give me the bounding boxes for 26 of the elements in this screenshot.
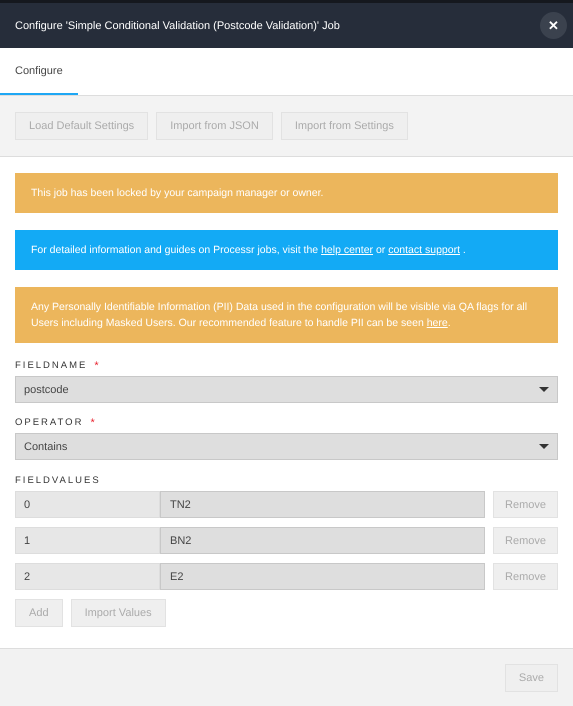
index-field[interactable]: 0 [15, 491, 160, 518]
link[interactable]: help center [321, 244, 374, 256]
alert-message: Any Personally Identifiable Information (PII) Data used in the configuration will be visible via QA flags for all Users including Masked Users. Our recommended feature to handle PII can be seen here. [31, 300, 528, 331]
index-field[interactable]: 1 [15, 527, 160, 554]
window-title: Configure 'Simple Conditional Validation (Postcode Validation)' Job [15, 20, 340, 32]
remove-button[interactable]: Remove [493, 563, 558, 590]
caret-icon [539, 444, 549, 449]
close-button[interactable]: ✕ [540, 12, 567, 39]
field-label: FIELDNAME [15, 360, 88, 371]
remove-button[interactable]: Remove [493, 491, 558, 518]
remove-button[interactable]: Remove [493, 527, 558, 554]
dropdown[interactable]: postcode [15, 376, 558, 403]
value-field[interactable]: BN2 [160, 527, 485, 554]
index-field[interactable]: 2 [15, 563, 160, 590]
field-label: FIELDVALUES [15, 475, 101, 486]
link[interactable]: contact support [388, 244, 460, 256]
caret-icon [539, 387, 549, 392]
alert-message: This job has been locked by your campaign manager or owner. [31, 186, 324, 201]
value-field[interactable]: TN2 [160, 491, 485, 518]
required-mark: * [94, 360, 99, 374]
link[interactable]: here [426, 317, 448, 329]
value-field[interactable]: E2 [160, 563, 485, 590]
required-mark: * [90, 417, 95, 431]
field-label: OPERATOR [15, 417, 84, 428]
dropdown[interactable]: Contains [15, 433, 558, 460]
alert-message: For detailed information and guides on Processr jobs, visit the help center or contact support . [31, 243, 467, 258]
